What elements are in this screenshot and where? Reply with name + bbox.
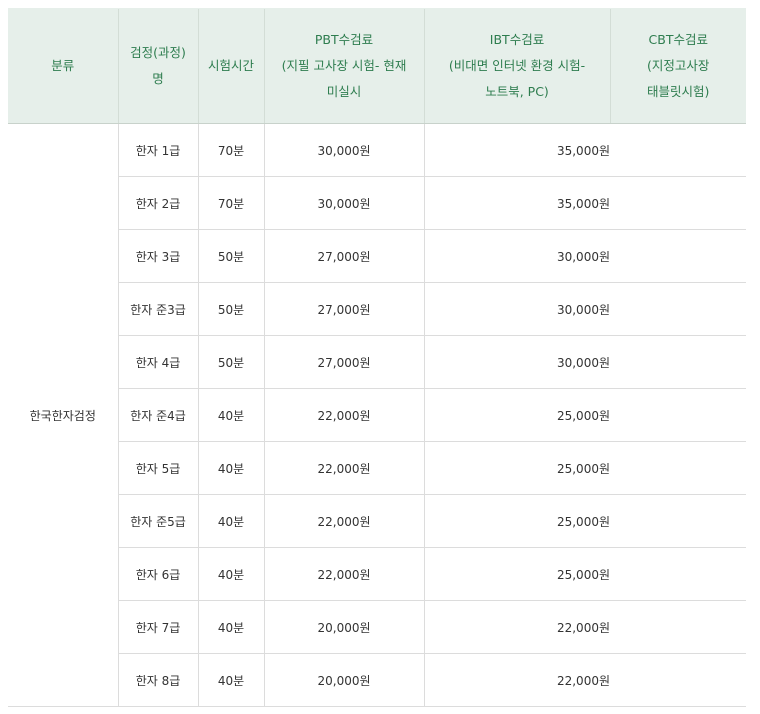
header-category-label: 분류	[51, 58, 75, 73]
header-pbt-line2: (지필 고사장 시험- 현재	[281, 58, 407, 73]
header-cbt-line1: CBT수검료	[648, 32, 708, 47]
table-row: 한자 2급 70분 30,000원 35,000원	[8, 176, 746, 230]
table-body: 한국한자검정 한자 1급 70분 30,000원 35,000원 한자 2급 70분 30,0…	[8, 123, 746, 707]
course-cell: 한자 준4급	[117, 388, 198, 442]
cbt-fee-cell	[610, 653, 746, 707]
pbt-fee-cell: 22,000원	[263, 494, 424, 548]
duration-cell: 40분	[197, 653, 264, 707]
header-ibt-line2: (비대면 인터넷 환경 시험-	[448, 58, 586, 73]
header-cbt-fee: CBT수검료 (지정고사장 태블릿시험)	[609, 8, 746, 124]
cbt-fee-cell	[610, 229, 746, 283]
course-cell: 한자 8급	[117, 653, 198, 707]
category-cell: 한국한자검정	[8, 123, 118, 707]
duration-cell: 70분	[197, 123, 264, 177]
ibt-fee-cell: 25,000원	[423, 494, 610, 548]
header-ibt-line1: IBT수검료	[489, 32, 545, 47]
duration-cell: 50분	[197, 229, 264, 283]
ibt-fee-cell: 35,000원	[423, 176, 610, 230]
ibt-fee-cell: 22,000원	[423, 653, 610, 707]
pbt-fee-cell: 20,000원	[263, 600, 424, 654]
ibt-fee-cell: 25,000원	[423, 388, 610, 442]
ibt-fee-cell: 30,000원	[423, 335, 610, 389]
table-row: 한자 준5급 40분 22,000원 25,000원	[8, 494, 746, 548]
table-row: 한국한자검정 한자 1급 70분 30,000원 35,000원	[8, 123, 746, 707]
header-course: 검정(과정) 명	[117, 8, 198, 124]
header-ibt-fee: IBT수검료 (비대면 인터넷 환경 시험- 노트북, PC)	[423, 8, 610, 124]
course-cell: 한자 2급	[117, 176, 198, 230]
header-cbt-line2: (지정고사장	[647, 58, 710, 73]
course-cell: 한자 준5급	[117, 494, 198, 548]
cbt-fee-cell	[610, 494, 746, 548]
pbt-fee-cell: 22,000원	[263, 547, 424, 601]
header-category: 분류	[8, 8, 118, 124]
ibt-fee-cell: 25,000원	[423, 441, 610, 495]
cbt-fee-cell	[610, 547, 746, 601]
ibt-fee-cell: 35,000원	[423, 123, 610, 177]
pbt-fee-cell: 27,000원	[263, 282, 424, 336]
course-cell: 한자 6급	[117, 547, 198, 601]
duration-cell: 40분	[197, 441, 264, 495]
table-row: 한자 6급 40분 22,000원 25,000원	[8, 547, 746, 601]
course-cell: 한자 4급	[117, 335, 198, 389]
pbt-fee-cell: 22,000원	[263, 441, 424, 495]
ibt-fee-cell: 22,000원	[423, 600, 610, 654]
cbt-fee-cell	[610, 388, 746, 442]
header-cbt-line3: 태블릿시험)	[647, 84, 710, 99]
table-row: 한자 8급 40분 20,000원 22,000원	[8, 653, 746, 707]
table-row: 한자 준3급 50분 27,000원 30,000원	[8, 282, 746, 336]
course-cell: 한자 3급	[117, 229, 198, 283]
cbt-fee-cell	[610, 282, 746, 336]
ibt-fee-cell: 25,000원	[423, 547, 610, 601]
header-pbt-line1: PBT수검료	[314, 32, 374, 47]
table-row: 한자 7급 40분 20,000원 22,000원	[8, 600, 746, 654]
header-ibt-line3: 노트북, PC)	[485, 84, 549, 99]
header-pbt-fee: PBT수검료 (지필 고사장 시험- 현재 미실시	[263, 8, 424, 124]
header-duration: 시험시간	[197, 8, 264, 124]
table-header: 분류 검정(과정) 명 시험시간 PBT수검료 (지필 고사장 시험- 현재 미…	[8, 8, 746, 124]
header-pbt-line3: 미실시	[326, 84, 362, 99]
duration-cell: 40분	[197, 600, 264, 654]
course-cell: 한자 5급	[117, 441, 198, 495]
course-cell: 한자 7급	[117, 600, 198, 654]
course-cell: 한자 1급	[117, 123, 198, 177]
ibt-fee-cell: 30,000원	[423, 229, 610, 283]
duration-cell: 70분	[197, 176, 264, 230]
header-course-line2: 명	[152, 71, 164, 86]
duration-cell: 50분	[197, 335, 264, 389]
table-row: 한자 5급 40분 22,000원 25,000원	[8, 441, 746, 495]
cbt-fee-cell	[610, 441, 746, 495]
pbt-fee-cell: 30,000원	[263, 176, 424, 230]
table-row: 한자 4급 50분 27,000원 30,000원	[8, 335, 746, 389]
fee-table: 분류 검정(과정) 명 시험시간 PBT수검료 (지필 고사장 시험- 현재 미…	[8, 8, 746, 707]
table-row: 한자 준4급 40분 22,000원 25,000원	[8, 388, 746, 442]
duration-cell: 50분	[197, 282, 264, 336]
duration-cell: 40분	[197, 494, 264, 548]
cbt-fee-cell	[610, 600, 746, 654]
fee-table-container: 분류 검정(과정) 명 시험시간 PBT수검료 (지필 고사장 시험- 현재 미…	[8, 8, 746, 707]
header-course-line1: 검정(과정)	[130, 45, 186, 60]
duration-cell: 40분	[197, 547, 264, 601]
pbt-fee-cell: 20,000원	[263, 653, 424, 707]
pbt-fee-cell: 27,000원	[263, 229, 424, 283]
ibt-fee-cell: 30,000원	[423, 282, 610, 336]
header-duration-label: 시험시간	[207, 58, 254, 73]
cbt-fee-cell	[610, 176, 746, 230]
pbt-fee-cell: 22,000원	[263, 388, 424, 442]
cbt-fee-cell	[610, 335, 746, 389]
pbt-fee-cell: 30,000원	[263, 123, 424, 177]
table-row: 한자 3급 50분 27,000원 30,000원	[8, 229, 746, 283]
cbt-fee-cell	[610, 123, 746, 177]
pbt-fee-cell: 27,000원	[263, 335, 424, 389]
duration-cell: 40분	[197, 388, 264, 442]
course-cell: 한자 준3급	[117, 282, 198, 336]
header-row: 분류 검정(과정) 명 시험시간 PBT수검료 (지필 고사장 시험- 현재 미…	[8, 8, 746, 124]
